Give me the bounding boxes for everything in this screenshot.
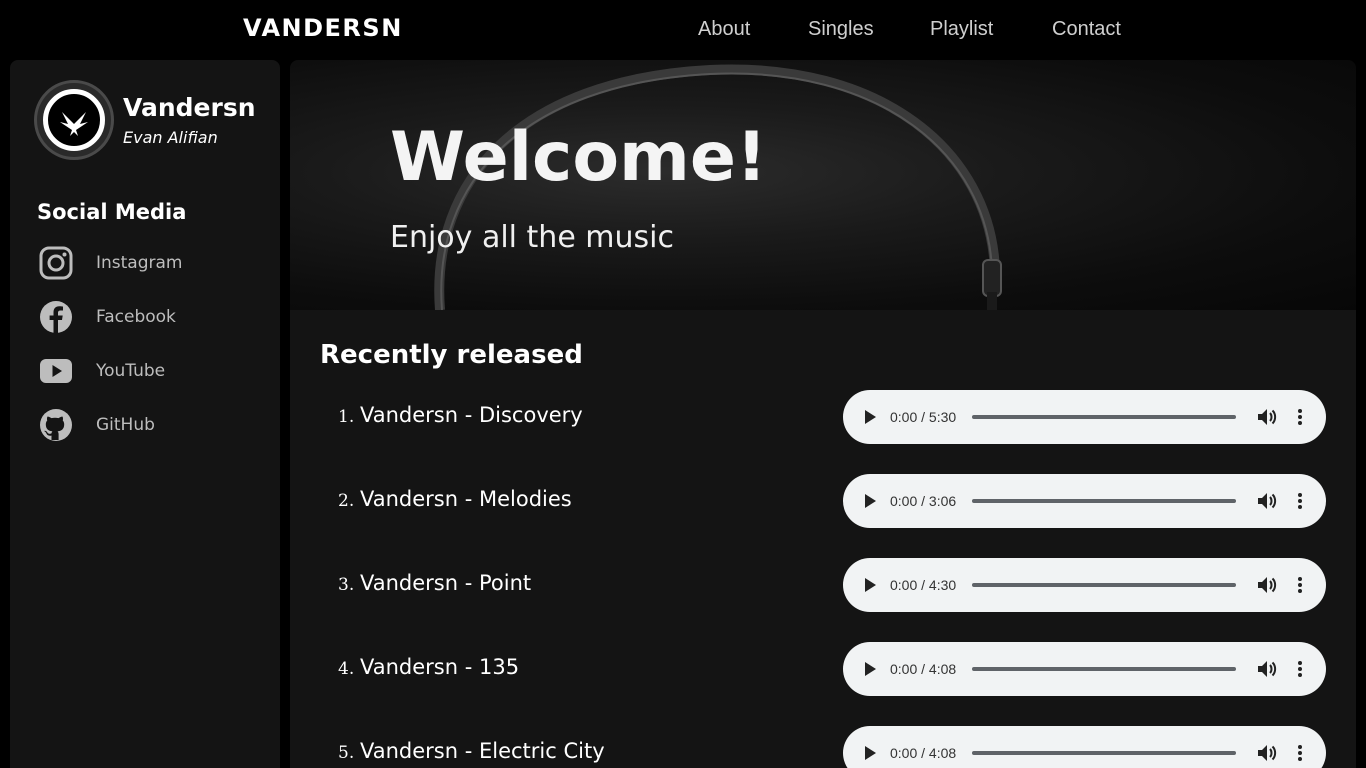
seek-bar[interactable] [972,667,1236,671]
volume-icon[interactable] [1257,744,1277,762]
nav-playlist[interactable]: Playlist [930,18,993,41]
play-icon[interactable] [865,410,876,424]
nav-singles[interactable]: Singles [808,18,874,41]
nav-contact[interactable]: Contact [1052,18,1121,41]
hero-banner: Welcome! Enjoy all the music [290,60,1356,310]
volume-icon[interactable] [1257,660,1277,678]
track-title: Vandersn - Electric City [360,739,605,763]
social-label-facebook: Facebook [96,307,176,327]
track-title: Vandersn - 135 [360,655,520,679]
site-logo[interactable]: VANDERSN [243,14,403,42]
social-link-youtube[interactable]: YouTube [38,353,268,393]
volume-icon[interactable] [1257,408,1277,426]
nav-about[interactable]: About [698,18,750,41]
track-time: 0:00 / 5:30 [890,409,957,425]
track-time: 0:00 / 4:30 [890,577,957,593]
play-icon[interactable] [865,578,876,592]
github-icon [40,409,72,441]
social-label-github: GitHub [96,415,155,435]
more-options-icon[interactable] [1294,576,1306,594]
play-icon[interactable] [865,746,876,760]
sidebar: Vandersn Evan Alifian Social Media Insta… [10,60,280,768]
volume-icon[interactable] [1257,576,1277,594]
top-navigation: VANDERSN About Singles Playlist Contact [0,0,1366,60]
audio-player[interactable]: 0:00 / 4:08 [843,642,1326,696]
youtube-icon [40,359,72,383]
volume-icon[interactable] [1257,492,1277,510]
more-options-icon[interactable] [1294,744,1306,762]
social-link-github[interactable]: GitHub [38,407,268,447]
hero-subtitle: Enjoy all the music [390,220,675,255]
audio-player[interactable]: 0:00 / 4:30 [843,558,1326,612]
seek-bar[interactable] [972,499,1236,503]
track-title: Vandersn - Discovery [360,403,583,427]
track-time: 0:00 / 4:08 [890,661,957,677]
audio-player[interactable]: 0:00 / 5:30 [843,390,1326,444]
list-item: 2. Vandersn - Melodies 0:00 / 3:06 [290,474,1356,528]
artist-logo [43,89,105,151]
list-item: 5. Vandersn - Electric City 0:00 / 4:08 [290,726,1356,768]
track-number: 5. [338,743,355,763]
more-options-icon[interactable] [1294,408,1306,426]
track-title: Vandersn - Melodies [360,487,572,511]
social-media-heading: Social Media [37,200,187,224]
track-number: 4. [338,659,355,679]
instagram-icon [39,246,73,280]
recently-released-section: Recently released 1. Vandersn - Discover… [290,310,1356,768]
seek-bar[interactable] [972,583,1236,587]
social-label-instagram: Instagram [96,253,183,273]
seek-bar[interactable] [972,751,1236,755]
audio-player[interactable]: 0:00 / 4:08 [843,726,1326,768]
track-time: 0:00 / 3:06 [890,493,957,509]
social-link-instagram[interactable]: Instagram [38,245,268,285]
track-number: 2. [338,491,355,511]
seek-bar[interactable] [972,415,1236,419]
bird-logo-icon [60,112,88,136]
hero-title: Welcome! [390,118,768,197]
list-item: 1. Vandersn - Discovery 0:00 / 5:30 [290,390,1356,444]
list-item: 4. Vandersn - 135 0:00 / 4:08 [290,642,1356,696]
social-label-youtube: YouTube [96,361,166,381]
track-title: Vandersn - Point [360,571,532,595]
artist-real-name: Evan Alifian [123,128,218,147]
audio-player[interactable]: 0:00 / 3:06 [843,474,1326,528]
more-options-icon[interactable] [1294,660,1306,678]
track-time: 0:00 / 4:08 [890,745,957,761]
play-icon[interactable] [865,494,876,508]
track-number: 1. [338,407,355,427]
list-item: 3. Vandersn - Point 0:00 / 4:30 [290,558,1356,612]
avatar [34,80,114,160]
section-title: Recently released [320,340,583,370]
track-number: 3. [338,575,355,595]
artist-name: Vandersn [123,93,256,122]
play-icon[interactable] [865,662,876,676]
facebook-icon [40,301,72,333]
more-options-icon[interactable] [1294,492,1306,510]
social-link-facebook[interactable]: Facebook [38,299,268,339]
